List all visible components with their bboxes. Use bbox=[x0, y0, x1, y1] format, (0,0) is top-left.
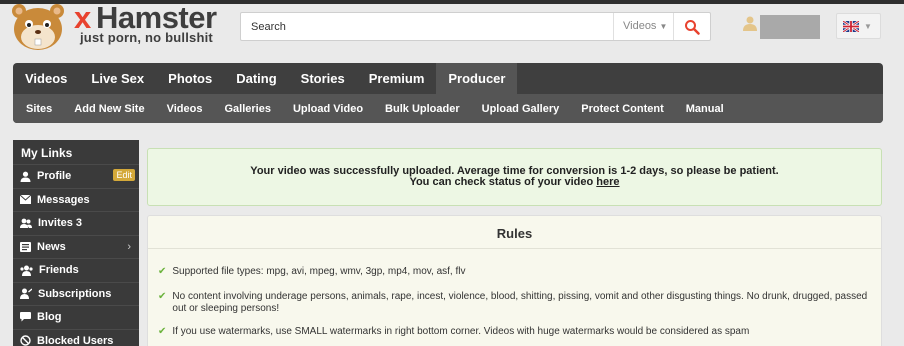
nav-tab-photos[interactable]: Photos bbox=[156, 63, 224, 94]
nav-tab-dating[interactable]: Dating bbox=[224, 63, 288, 94]
subnav-upload-gallery[interactable]: Upload Gallery bbox=[471, 94, 571, 123]
rule-text: No content involving underage persons, a… bbox=[172, 291, 868, 314]
friends-icon bbox=[20, 265, 33, 276]
rule-item: ✔ If you use watermarks, use SMALL water… bbox=[158, 326, 873, 338]
search-icon bbox=[685, 19, 700, 35]
users-icon bbox=[20, 218, 32, 228]
sidebar-item-label: News bbox=[37, 240, 66, 253]
nav-sub-menu: Sites Add New Site Videos Galleries Uplo… bbox=[13, 94, 883, 123]
envelope-icon bbox=[20, 195, 31, 205]
site-logo[interactable]: x Hamster just porn, no bullshit bbox=[8, 0, 218, 52]
rule-text: If you use watermarks, use SMALL waterma… bbox=[172, 326, 750, 337]
sidebar-item-label: Subscriptions bbox=[38, 287, 112, 300]
subnav-videos[interactable]: Videos bbox=[156, 94, 214, 123]
nav-tab-videos[interactable]: Videos bbox=[13, 63, 79, 94]
language-select[interactable]: ▼ bbox=[836, 13, 881, 39]
subnav-add-new-site[interactable]: Add New Site bbox=[63, 94, 155, 123]
rule-item: ✔ Supported file types: mpg, avi, mpeg, … bbox=[158, 266, 873, 278]
news-icon bbox=[20, 241, 31, 252]
nav-tab-stories[interactable]: Stories bbox=[289, 63, 357, 94]
edit-profile-button[interactable]: Edit bbox=[113, 169, 135, 181]
search-button[interactable] bbox=[673, 13, 710, 40]
nav-tab-premium[interactable]: Premium bbox=[357, 63, 437, 94]
check-icon: ✔ bbox=[158, 326, 167, 337]
search-scope-select[interactable]: Videos ▼ bbox=[613, 13, 673, 40]
rule-text: Supported file types: mpg, avi, mpeg, wm… bbox=[172, 266, 466, 277]
sidebar-item-friends[interactable]: Friends bbox=[13, 258, 139, 282]
sidebar-item-label: Friends bbox=[39, 264, 79, 277]
subnav-galleries[interactable]: Galleries bbox=[213, 94, 281, 123]
search-input[interactable] bbox=[241, 13, 613, 40]
rule-item: ✔ No content involving underage persons,… bbox=[158, 291, 873, 315]
sidebar-item-blog[interactable]: Blog bbox=[13, 305, 139, 329]
rules-panel: Rules ✔ Supported file types: mpg, avi, … bbox=[147, 215, 882, 346]
hamster-mascot-icon bbox=[12, 4, 64, 50]
sidebar-item-profile[interactable]: Profile Edit bbox=[13, 164, 139, 188]
chevron-down-icon: ▼ bbox=[864, 21, 872, 31]
notice-line-2-text: You can check status of your video bbox=[409, 176, 597, 188]
sidebar-item-label: Invites 3 bbox=[38, 217, 83, 230]
search-bar: Videos▼ bbox=[240, 12, 711, 41]
upload-success-notice: Your video was successfully uploaded. Av… bbox=[147, 148, 882, 206]
subnav-bulk-uploader[interactable]: Bulk Uploader bbox=[374, 94, 471, 123]
main-navigation: Videos Live Sex Photos Dating Stories Pr… bbox=[13, 63, 883, 123]
subnav-upload-video[interactable]: Upload Video bbox=[282, 94, 374, 123]
chevron-down-icon: ▼ bbox=[659, 22, 668, 31]
sidebar-item-label: Profile bbox=[37, 170, 72, 183]
search-scope-label: Videos bbox=[623, 20, 657, 32]
sidebar-item-label: Blocked Users bbox=[37, 334, 114, 346]
check-icon: ✔ bbox=[158, 266, 167, 277]
subnav-sites[interactable]: Sites bbox=[15, 94, 63, 123]
video-status-link[interactable]: here bbox=[596, 176, 619, 188]
subnav-protect-content[interactable]: Protect Content bbox=[570, 94, 675, 123]
sidebar-item-messages[interactable]: Messages bbox=[13, 187, 139, 212]
notice-line-2: You can check status of your video here bbox=[148, 177, 881, 188]
sidebar-item-blocked-users[interactable]: Blocked Users bbox=[13, 328, 139, 346]
user-menu[interactable] bbox=[742, 13, 820, 39]
logo-tagline: just porn, no bullshit bbox=[80, 30, 213, 45]
username-redacted bbox=[760, 15, 820, 39]
comment-icon bbox=[20, 312, 31, 322]
subnav-manual[interactable]: Manual bbox=[675, 94, 735, 123]
sidebar-item-invites[interactable]: Invites 3 bbox=[13, 211, 139, 235]
nav-main-tabs: Videos Live Sex Photos Dating Stories Pr… bbox=[13, 63, 518, 94]
nav-tab-live-sex[interactable]: Live Sex bbox=[79, 63, 156, 94]
rules-title: Rules bbox=[148, 216, 881, 249]
uk-flag-icon bbox=[843, 20, 859, 32]
subscriptions-icon bbox=[20, 288, 32, 300]
nav-tab-producer[interactable]: Producer bbox=[436, 63, 518, 94]
sidebar: My Links Profile Edit Messages Invites 3… bbox=[13, 140, 139, 346]
sidebar-item-label: Messages bbox=[37, 193, 90, 206]
user-avatar-icon bbox=[743, 16, 757, 31]
sidebar-item-label: Blog bbox=[37, 311, 62, 324]
blocked-icon bbox=[20, 335, 31, 346]
sidebar-item-news[interactable]: News › bbox=[13, 234, 139, 259]
sidebar-item-subscriptions[interactable]: Subscriptions bbox=[13, 281, 139, 306]
chevron-right-icon: › bbox=[127, 240, 131, 253]
check-icon: ✔ bbox=[158, 291, 167, 302]
user-icon bbox=[20, 171, 31, 182]
sidebar-title: My Links bbox=[21, 146, 73, 160]
